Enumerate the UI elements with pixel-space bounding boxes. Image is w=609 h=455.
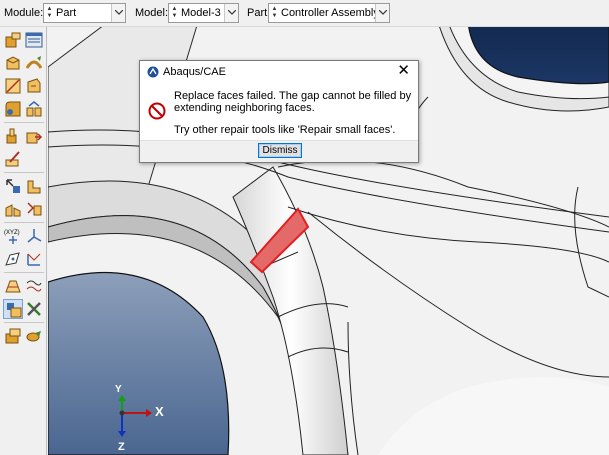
chevron-down-icon[interactable] <box>375 4 389 22</box>
chevron-down-icon[interactable] <box>111 4 125 22</box>
repair-faces-icon[interactable] <box>3 276 23 296</box>
part-label: Part: <box>247 7 271 19</box>
toolbar-separator <box>4 272 44 273</box>
measure-icon[interactable] <box>24 176 44 196</box>
spin-icon: ▲ ▼ <box>171 6 178 19</box>
datum-csys-icon[interactable] <box>24 249 44 269</box>
create-partition-icon[interactable] <box>3 126 23 146</box>
module-combo[interactable]: ▲ ▼ Part <box>43 3 126 23</box>
datum-plane-icon[interactable] <box>3 249 23 269</box>
create-cut-icon[interactable] <box>24 76 44 96</box>
error-dialog: Abaqus/CAE ✕ Replace faces failed. The g… <box>139 60 419 163</box>
create-shell-icon[interactable] <box>24 53 44 73</box>
dialog-title: Abaqus/CAE <box>163 66 226 78</box>
datum-point-icon[interactable]: (XYZ) <box>3 226 23 246</box>
create-wire-icon[interactable] <box>3 76 23 96</box>
chevron-down-icon[interactable] <box>224 4 238 22</box>
abaqus-app-icon <box>147 66 159 81</box>
triad-y-label: Y <box>115 384 122 395</box>
close-icon[interactable]: ✕ <box>397 63 410 78</box>
spin-icon: ▲ ▼ <box>46 6 53 19</box>
create-part-icon[interactable] <box>3 30 23 50</box>
query-icon[interactable] <box>3 176 23 196</box>
virtual-topology-icon[interactable] <box>3 199 23 219</box>
error-hint: Try other repair tools like 'Repair smal… <box>174 124 396 136</box>
module-label: Module: <box>4 7 44 19</box>
create-round-icon[interactable] <box>3 99 23 119</box>
toolbar-separator <box>4 172 44 173</box>
context-bar: Module: ▲ ▼ Part Model: ▲ ▼ Model-3 Part: … <box>0 0 609 27</box>
set-manager-icon[interactable] <box>3 326 23 346</box>
error-message: Replace faces failed. The gap cannot be … <box>174 90 412 114</box>
triad-x-label: X <box>155 404 164 419</box>
part-manager-icon[interactable] <box>24 30 44 50</box>
merge-icon[interactable] <box>24 199 44 219</box>
model-label: Model: <box>135 7 169 19</box>
geometry-edit-icon[interactable] <box>3 299 23 319</box>
spin-icon: ▲ ▼ <box>271 6 278 19</box>
toolbox: (XYZ) <box>0 27 47 455</box>
triad-z-label: Z <box>118 441 125 453</box>
datum-axis-icon[interactable] <box>24 226 44 246</box>
model-combo[interactable]: ▲ ▼ Model-3 <box>168 3 239 23</box>
toolbar-separator <box>4 322 44 323</box>
module-value: Part <box>56 7 77 19</box>
toolbar-separator <box>4 222 44 223</box>
dismiss-button[interactable]: Dismiss <box>258 143 302 158</box>
part-value: Controller Assembly-3 <box>281 7 389 19</box>
part-combo[interactable]: ▲ ▼ Controller Assembly-3 <box>268 3 390 23</box>
model-value: Model-3 <box>181 7 221 19</box>
partition-face-icon[interactable] <box>24 126 44 146</box>
surface-manager-icon[interactable] <box>24 326 44 346</box>
dialog-titlebar[interactable]: Abaqus/CAE ✕ <box>140 61 418 83</box>
dialog-footer: Dismiss <box>140 141 418 162</box>
create-solid-extrude-icon[interactable] <box>3 53 23 73</box>
repair-tools-icon[interactable] <box>24 299 44 319</box>
svg-text:(XYZ): (XYZ) <box>4 230 20 236</box>
error-icon <box>148 102 166 123</box>
create-datum-icon[interactable] <box>24 99 44 119</box>
toolbar-separator <box>4 122 44 123</box>
edit-sketch-icon[interactable] <box>3 149 23 169</box>
replace-faces-icon[interactable] <box>24 276 44 296</box>
